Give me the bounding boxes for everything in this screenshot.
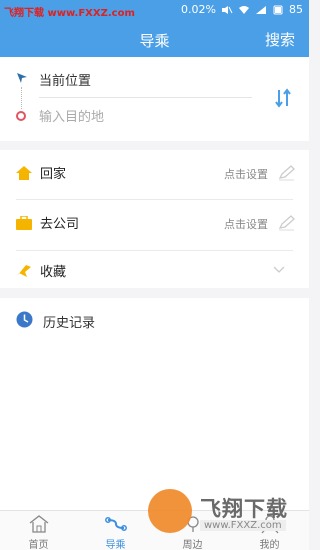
work-set-hint: 点击设置 (224, 218, 268, 231)
navigation-arrow-icon (17, 73, 27, 83)
watermark-logo-icon (148, 489, 192, 533)
watermark-logo: 飞翔下载 www.FXXZ.com (148, 487, 306, 549)
home-icon (16, 166, 32, 180)
tab-guide[interactable]: 导乘 (77, 511, 154, 550)
go-home-row[interactable]: 回家 点击设置 (0, 150, 309, 196)
battery-icon (273, 5, 283, 14)
briefcase-icon (16, 216, 32, 230)
go-work-row[interactable]: 去公司 点击设置 (0, 200, 309, 246)
destination-input[interactable] (39, 107, 252, 127)
clock-icon (16, 311, 33, 328)
work-label: 去公司 (40, 217, 80, 232)
history-label: 历史记录 (43, 316, 96, 331)
divider (39, 97, 252, 98)
collection-row[interactable]: 收藏 (0, 248, 309, 294)
signal-icon (256, 5, 266, 14)
history-row[interactable]: 历史记录 (0, 298, 309, 342)
destination-marker-icon (16, 111, 26, 121)
home-label: 回家 (40, 167, 67, 182)
route-card: 当前位置 (0, 57, 309, 141)
page-title: 导乘 (139, 32, 170, 50)
status-bar: 飞翔下载 www.FXXZ.com 0.02% 85 (0, 0, 309, 21)
tab-label: 导乘 (105, 540, 126, 550)
search-button[interactable]: 搜索 (265, 29, 295, 50)
app-header: 导乘 搜索 (0, 21, 309, 57)
route-icon (105, 517, 127, 531)
status-icons: 0.02% 85 (181, 3, 303, 16)
favorites-card: 回家 点击设置 去公司 点击设置 收藏 (0, 150, 309, 288)
history-section: 历史记录 (0, 298, 309, 510)
watermark-title: 飞翔下载 (200, 497, 288, 521)
network-speed: 0.02% (181, 3, 216, 16)
watermark-url: www.FXXZ.com (200, 520, 286, 531)
collection-label: 收藏 (40, 265, 67, 280)
mute-icon (222, 5, 233, 14)
tab-label: 首页 (28, 540, 49, 550)
home-set-hint: 点击设置 (224, 168, 268, 181)
wifi-icon (239, 5, 249, 14)
edit-icon[interactable] (277, 215, 295, 231)
battery-level: 85 (289, 3, 303, 16)
start-location[interactable]: 当前位置 (39, 70, 91, 89)
watermark-text: 飞翔下载 www.FXXZ.com (4, 8, 135, 19)
chevron-down-icon[interactable] (273, 264, 285, 274)
collection-icon (17, 265, 31, 277)
edit-icon[interactable] (277, 165, 295, 181)
tab-home[interactable]: 首页 (0, 511, 77, 550)
home-icon (29, 515, 49, 533)
swap-route-icon[interactable] (273, 87, 293, 109)
route-connector (21, 87, 23, 109)
